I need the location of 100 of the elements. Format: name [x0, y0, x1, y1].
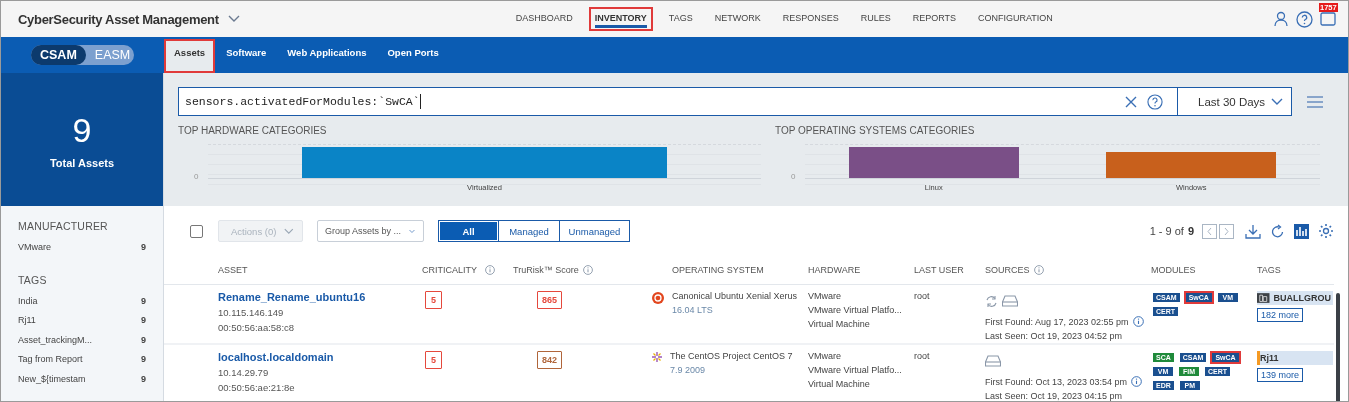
- last-user: root: [914, 351, 930, 361]
- hardware-text: Virtual Machine: [808, 379, 871, 389]
- next-page-icon[interactable]: [1219, 223, 1234, 239]
- last-user: root: [914, 291, 930, 301]
- info-icon[interactable]: [582, 265, 593, 275]
- subtab[interactable]: Open Ports: [377, 39, 449, 73]
- column-header[interactable]: ASSET: [218, 265, 248, 275]
- search-field[interactable]: sensors.activatedForModules:`SwCA`: [178, 87, 1178, 116]
- chart-title: TOP OPERATING SYSTEMS CATEGORIES: [775, 125, 976, 136]
- os-version: 16.04 LTS: [672, 305, 714, 315]
- nav-tab[interactable]: TAGS: [662, 7, 699, 31]
- hardware-text: Virtual Machine: [808, 319, 871, 329]
- subtab[interactable]: Software: [216, 39, 277, 73]
- download-icon[interactable]: [1245, 223, 1261, 239]
- total-count: 9: [72, 110, 92, 149]
- info-icon[interactable]: [1033, 265, 1044, 275]
- settings-icon[interactable]: [1318, 223, 1334, 239]
- filter-count: 9: [141, 354, 146, 366]
- score-badge: 842: [537, 351, 563, 369]
- inbox-icon[interactable]: [1320, 12, 1336, 26]
- filter-segment[interactable]: All: [440, 222, 497, 240]
- filter-item[interactable]: India: [18, 295, 38, 315]
- mac-address: 00:50:56:aa:58:c8: [218, 322, 296, 333]
- last-seen-date: Last Seen: Oct 19, 2023 04:52 pm: [985, 331, 1124, 341]
- nav-tab[interactable]: RESPONSES: [776, 7, 845, 31]
- os-name: The CentOS Project CentOS 7: [670, 351, 793, 361]
- first-found-date: First Found: Oct 13, 2023 03:54 pm: [985, 376, 1128, 387]
- group-by-dropdown[interactable]: Group Assets by ...: [317, 220, 424, 242]
- module-switch-option[interactable]: CSAM: [31, 45, 86, 65]
- column-header[interactable]: SOURCES: [985, 265, 1030, 275]
- chevron-down-icon: [1271, 97, 1283, 106]
- app-title: CyberSecurity Asset Management: [18, 11, 219, 27]
- close-icon[interactable]: [1125, 95, 1137, 108]
- info-icon[interactable]: [1132, 316, 1144, 327]
- ip-address: 10.115.146.149: [218, 307, 285, 318]
- scrollbar[interactable]: [1336, 293, 1340, 401]
- column-header[interactable]: MODULES: [1151, 265, 1196, 275]
- chart-title: TOP HARDWARE CATEGORIES: [178, 125, 328, 136]
- filter-count: 9: [141, 373, 146, 386]
- column-header[interactable]: CRITICALITY: [422, 265, 477, 275]
- column-header[interactable]: LAST USER: [914, 265, 964, 275]
- menu-icon[interactable]: [1307, 95, 1323, 108]
- asset-link[interactable]: Rename_Rename_ubuntu16: [218, 291, 422, 303]
- more-tags-button[interactable]: 139 more: [1257, 368, 1304, 382]
- last-seen-date: Last Seen: Oct 19, 2023 04:15 pm: [985, 391, 1124, 401]
- column-header[interactable]: TAGS: [1257, 265, 1281, 275]
- date-range-dropdown[interactable]: Last 30 Days: [1178, 87, 1292, 116]
- hardware-text: VMware Virtual Platfo...: [808, 305, 903, 315]
- criticality-badge: 5: [425, 291, 442, 309]
- axis-label: 0: [193, 171, 200, 181]
- hardware-text: VMware: [808, 351, 842, 361]
- refresh-icon[interactable]: [1270, 223, 1285, 239]
- filter-item[interactable]: Tag from Report: [18, 354, 83, 374]
- hardware-text: VMware: [808, 291, 842, 301]
- pagination-total: 9: [1187, 225, 1194, 237]
- nav-tab[interactable]: REPORTS: [906, 7, 963, 31]
- axis-label: 0: [790, 171, 797, 181]
- hardware-text: VMware Virtual Platfo...: [808, 365, 903, 375]
- pagination-range: 1 - 9 of: [1149, 225, 1184, 237]
- filter-count: 9: [141, 242, 146, 254]
- asset-link[interactable]: localhost.localdomain: [218, 351, 422, 363]
- score-badge: 865: [537, 291, 563, 309]
- chevron-down-icon[interactable]: [227, 15, 240, 23]
- filter-title: TAGS: [18, 273, 48, 286]
- total-label: Total Assets: [49, 156, 115, 169]
- filter-title: MANUFACTURER: [18, 220, 109, 232]
- user-icon[interactable]: [1273, 11, 1289, 27]
- nav-tab[interactable]: RULES: [854, 7, 897, 31]
- filter-item[interactable]: Rj11: [18, 315, 36, 335]
- filter-count: 9: [141, 315, 146, 327]
- nav-tab[interactable]: INVENTORY: [588, 7, 653, 31]
- nav-tab[interactable]: DASHBOARD: [509, 7, 579, 31]
- info-icon[interactable]: [1131, 376, 1143, 387]
- column-header[interactable]: OPERATING SYSTEM: [672, 265, 764, 275]
- filter-item[interactable]: VMware: [18, 242, 51, 262]
- subtab[interactable]: Web Applications: [277, 39, 377, 73]
- chart-icon[interactable]: [1294, 223, 1309, 239]
- filter-count: 9: [141, 295, 146, 308]
- first-found-date: First Found: Aug 17, 2023 02:55 pm: [985, 316, 1129, 327]
- info-icon[interactable]: [485, 265, 495, 275]
- filter-item[interactable]: Asset_trackingM...: [18, 334, 93, 354]
- help-icon[interactable]: [1296, 10, 1313, 28]
- filter-item[interactable]: New_${timestam: [18, 373, 86, 393]
- ip-address: 10.14.29.79: [218, 367, 270, 378]
- subtab[interactable]: Assets: [164, 39, 216, 73]
- help-icon[interactable]: [1147, 93, 1163, 110]
- column-header[interactable]: TruRisk™ Score: [513, 265, 579, 275]
- asset-tag[interactable]: BUALLGROU: [1257, 291, 1333, 305]
- more-tags-button[interactable]: 182 more: [1257, 308, 1304, 322]
- nav-tab[interactable]: CONFIGURATION: [972, 7, 1059, 31]
- mac-address: 00:50:56:ae:21:8e: [218, 382, 296, 393]
- asset-tag[interactable]: Rj11: [1257, 351, 1333, 365]
- chevron-down-icon: [409, 227, 415, 235]
- previous-page-icon[interactable]: [1202, 223, 1217, 239]
- select-all-checkbox[interactable]: [190, 224, 203, 238]
- chevron-down-icon: [284, 227, 294, 235]
- nav-tab[interactable]: NETWORK: [708, 7, 767, 31]
- os-version: 7.9 2009: [670, 365, 707, 375]
- column-header[interactable]: HARDWARE: [808, 265, 861, 275]
- os-name: Canonical Ubuntu Xenial Xerus: [672, 291, 798, 301]
